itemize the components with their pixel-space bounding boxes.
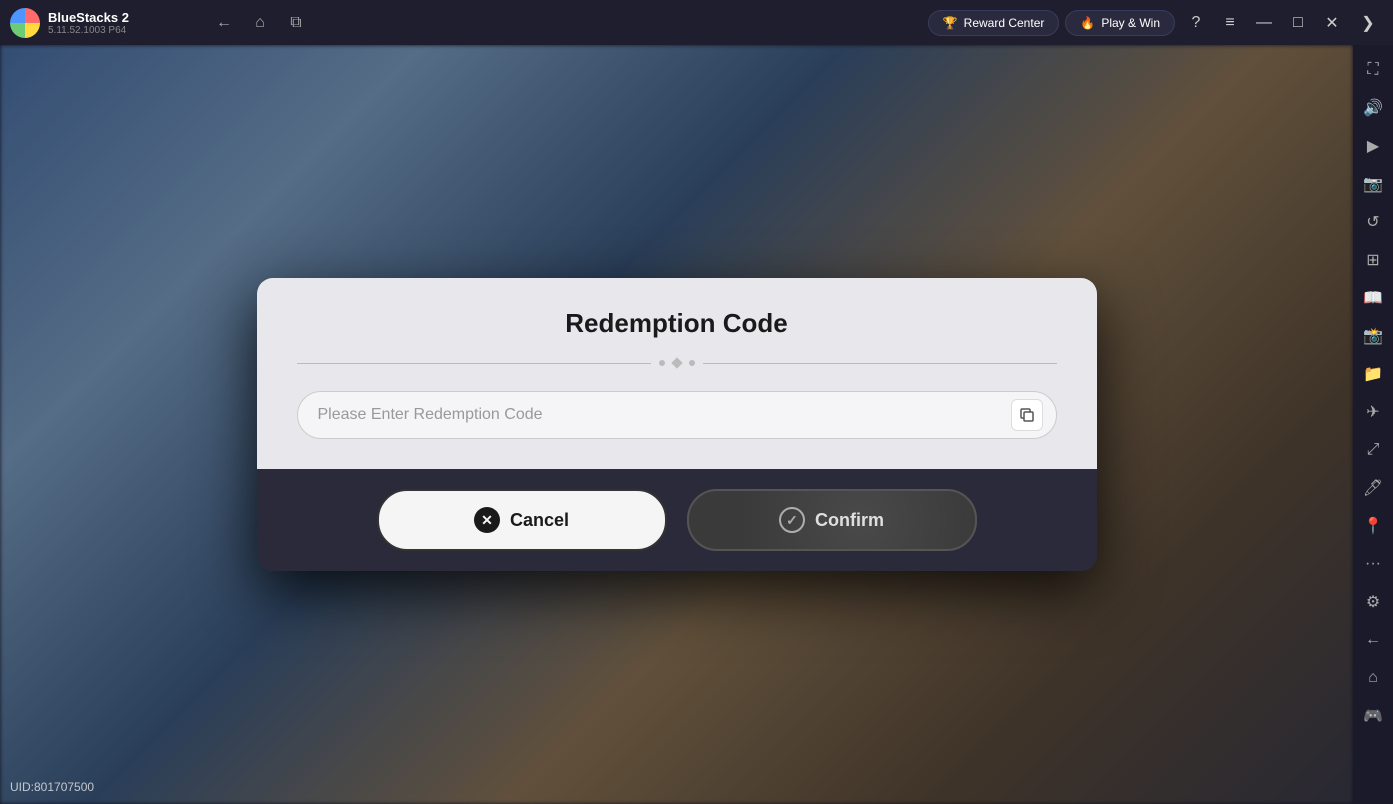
- confirm-button[interactable]: ✓ Confirm: [687, 489, 977, 551]
- back-nav-icon[interactable]: ←: [210, 9, 238, 37]
- camera-icon[interactable]: 📷: [1356, 167, 1390, 201]
- topbar-nav: ← ⌂ ⧉: [200, 9, 320, 37]
- cancel-label: Cancel: [510, 510, 569, 531]
- expand-button[interactable]: ❯: [1353, 8, 1383, 38]
- divider-dot-1: [659, 360, 665, 366]
- divider-line-right: [703, 363, 1057, 364]
- topbar-icons: ? ≡ — □ ✕: [1181, 8, 1347, 38]
- back-sidebar-icon[interactable]: ←: [1356, 623, 1390, 657]
- right-sidebar: ⛶ 🔊 ▶ 📷 ↺ ⊞ 📖 📸 📁 ✈ ⤢ 🖊 📍 ··· ⚙ ← ⌂ 🎮: [1353, 45, 1393, 804]
- reward-icon: 🏆: [943, 16, 958, 30]
- play-win-button[interactable]: 🔥 Play & Win: [1065, 10, 1175, 36]
- app-logo: [10, 8, 40, 38]
- close-button[interactable]: ✕: [1317, 8, 1347, 38]
- copy-nav-icon[interactable]: ⧉: [282, 9, 310, 37]
- gamepad-icon[interactable]: 🎮: [1356, 699, 1390, 733]
- modal-bottom: ✕ Cancel ✓ Confirm: [257, 469, 1097, 571]
- folder-icon[interactable]: 📁: [1356, 357, 1390, 391]
- minimize-button[interactable]: —: [1249, 8, 1279, 38]
- play-icon: 🔥: [1080, 16, 1095, 30]
- confirm-icon: ✓: [779, 507, 805, 533]
- play-win-label: Play & Win: [1101, 16, 1160, 30]
- input-wrapper: [297, 391, 1057, 439]
- app-title-group: BlueStacks 2 5.11.52.1003 P64: [48, 10, 129, 36]
- topbar-left: BlueStacks 2 5.11.52.1003 P64: [0, 8, 200, 38]
- book-icon[interactable]: 📖: [1356, 281, 1390, 315]
- refresh-icon[interactable]: ↺: [1356, 205, 1390, 239]
- confirm-label: Confirm: [815, 510, 884, 531]
- modal-divider: [297, 359, 1057, 367]
- layers-icon[interactable]: ⊞: [1356, 243, 1390, 277]
- modal-top: Redemption Code: [257, 278, 1097, 469]
- menu-button[interactable]: ≡: [1215, 8, 1245, 38]
- app-title: BlueStacks 2: [48, 10, 129, 25]
- video-icon[interactable]: ▶: [1356, 129, 1390, 163]
- redemption-modal: Redemption Code: [257, 278, 1097, 571]
- topbar: BlueStacks 2 5.11.52.1003 P64 ← ⌂ ⧉ 🏆 Re…: [0, 0, 1393, 45]
- location-icon[interactable]: 📍: [1356, 509, 1390, 543]
- topbar-right: 🏆 Reward Center 🔥 Play & Win ? ≡ — □ ✕ ❯: [918, 8, 1393, 38]
- modal-overlay: Redemption Code: [0, 45, 1353, 804]
- resize-icon[interactable]: ⤢: [1356, 433, 1390, 467]
- home2-icon[interactable]: ⌂: [1356, 661, 1390, 695]
- home-nav-icon[interactable]: ⌂: [246, 9, 274, 37]
- screenshot-icon[interactable]: 📸: [1356, 319, 1390, 353]
- divider-line-left: [297, 363, 651, 364]
- reward-center-button[interactable]: 🏆 Reward Center: [928, 10, 1060, 36]
- airplane-icon[interactable]: ✈: [1356, 395, 1390, 429]
- app-version: 5.11.52.1003 P64: [48, 25, 129, 36]
- paste-icon[interactable]: [1011, 399, 1043, 431]
- modal-title: Redemption Code: [297, 308, 1057, 339]
- help-button[interactable]: ?: [1181, 8, 1211, 38]
- volume-icon[interactable]: 🔊: [1356, 91, 1390, 125]
- cancel-icon: ✕: [474, 507, 500, 533]
- divider-diamond: [671, 357, 682, 368]
- settings-icon[interactable]: ⚙: [1356, 585, 1390, 619]
- redemption-code-input[interactable]: [297, 391, 1057, 439]
- more-icon[interactable]: ···: [1356, 547, 1390, 581]
- cancel-button[interactable]: ✕ Cancel: [377, 489, 667, 551]
- fullscreen-icon[interactable]: ⛶: [1356, 53, 1390, 87]
- maximize-button[interactable]: □: [1283, 8, 1313, 38]
- brush-icon[interactable]: 🖊: [1356, 471, 1390, 505]
- divider-dot-2: [689, 360, 695, 366]
- reward-center-label: Reward Center: [964, 16, 1045, 30]
